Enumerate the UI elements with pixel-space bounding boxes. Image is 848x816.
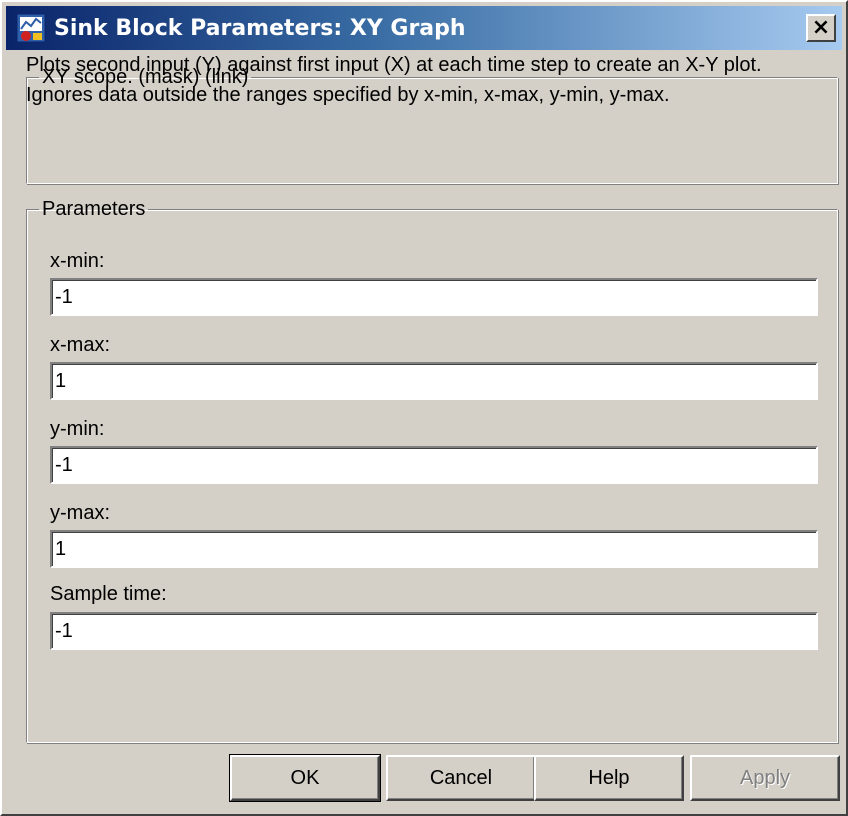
title-bar[interactable]: Sink Block Parameters: XY Graph ×: [6, 6, 842, 50]
x-min-label: x-min:: [50, 250, 105, 272]
block-description: Plots second input (Y) against first inp…: [26, 54, 762, 106]
close-icon: ×: [811, 15, 831, 40]
y-max-label: y-max:: [50, 502, 110, 524]
dialog-window: Sink Block Parameters: XY Graph × XY sco…: [0, 0, 848, 816]
window-title: Sink Block Parameters: XY Graph: [54, 15, 466, 41]
cancel-button[interactable]: Cancel: [386, 755, 536, 801]
y-max-field[interactable]: [50, 530, 818, 568]
x-max-field[interactable]: [50, 362, 818, 400]
y-min-field[interactable]: [50, 446, 818, 484]
parameters-legend: Parameters: [42, 198, 146, 220]
x-min-field[interactable]: [50, 278, 818, 316]
apply-button[interactable]: Apply: [690, 755, 840, 801]
help-button[interactable]: Help: [534, 755, 684, 801]
simulink-block-icon: [16, 13, 46, 43]
ok-button[interactable]: OK: [229, 754, 381, 802]
sample-time-field[interactable]: [50, 612, 818, 650]
x-max-label: x-max:: [50, 334, 110, 356]
sample-time-label: Sample time:: [50, 583, 167, 605]
close-button[interactable]: ×: [806, 14, 836, 42]
y-min-label: y-min:: [50, 418, 105, 440]
